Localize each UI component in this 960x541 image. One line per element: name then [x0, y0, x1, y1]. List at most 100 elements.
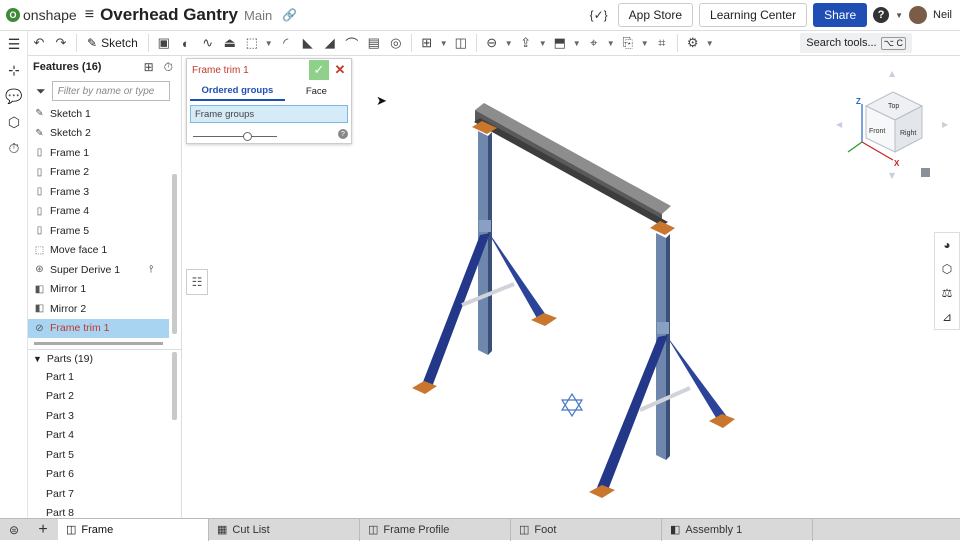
- redo-icon[interactable]: ↷: [50, 33, 72, 53]
- document-tab[interactable]: ▦ Cut List: [209, 518, 360, 541]
- document-tab[interactable]: ◫ Foot: [511, 518, 662, 541]
- view-cube-down-arrow-icon[interactable]: ▼: [889, 171, 896, 180]
- branch-label[interactable]: Main: [244, 8, 272, 23]
- view-cube-left-arrow-icon[interactable]: ◀: [836, 120, 843, 129]
- feature-item[interactable]: ▯ Frame 2: [28, 163, 181, 183]
- appearance-icon[interactable]: ⬡: [0, 109, 28, 135]
- feature-scrollbar[interactable]: [172, 174, 177, 334]
- foot-plate-right-back[interactable]: [709, 414, 735, 428]
- feature-item[interactable]: ▯ Frame 5: [28, 221, 181, 241]
- shell-icon[interactable]: ▤: [363, 33, 385, 53]
- document-tab[interactable]: ◧ Assembly 1: [662, 518, 813, 541]
- dropdown-chevron-icon[interactable]: ▼: [571, 33, 583, 53]
- user-name[interactable]: Neil: [933, 9, 952, 21]
- filter-icon[interactable]: ⏷: [36, 84, 46, 99]
- tab-manager-icon[interactable]: ⊜: [0, 519, 28, 541]
- link-icon[interactable]: 🔗: [282, 8, 297, 22]
- document-tab[interactable]: ◫ Frame Profile: [360, 518, 511, 541]
- dropdown-chevron-icon[interactable]: ▼: [503, 33, 515, 53]
- cap-plate-right[interactable]: [650, 221, 675, 235]
- extrude-icon[interactable]: ▣: [153, 33, 175, 53]
- loft-icon[interactable]: ⏏: [219, 33, 241, 53]
- add-tab-icon[interactable]: +: [28, 519, 58, 541]
- sheet-metal-icon[interactable]: ⎘: [617, 33, 639, 53]
- share-button[interactable]: Share: [813, 3, 868, 27]
- dropdown-chevron-icon[interactable]: ▼: [537, 33, 549, 53]
- variables-icon[interactable]: {✓}: [590, 8, 608, 22]
- learning-center-button[interactable]: Learning Center: [699, 3, 808, 27]
- revolve-icon[interactable]: ◐: [175, 33, 197, 53]
- feature-item[interactable]: ⊛ Super Derive 1 ⫯: [28, 260, 181, 280]
- appearance-panel-icon[interactable]: ◕: [935, 233, 959, 257]
- rib-icon[interactable]: ⌒: [341, 33, 363, 53]
- column-left-b[interactable]: [488, 132, 492, 355]
- view-cube[interactable]: Top Front Right Z X ▲ ▼ ◀ ▶: [836, 69, 949, 180]
- custom-feature-icon[interactable]: ⚙: [682, 33, 704, 53]
- transform-icon[interactable]: ⇪: [515, 33, 537, 53]
- timer-icon[interactable]: ⏱: [164, 60, 173, 75]
- help-chevron-icon[interactable]: ▼: [895, 11, 903, 20]
- hole-icon[interactable]: ◎: [385, 33, 407, 53]
- mirror-tool-icon[interactable]: ◫: [450, 33, 472, 53]
- app-store-button[interactable]: App Store: [617, 3, 694, 27]
- configurations-icon[interactable]: ⬡: [935, 257, 959, 281]
- dropdown-chevron-icon[interactable]: ▼: [639, 33, 651, 53]
- feature-item[interactable]: ⬚ Move face 1: [28, 241, 181, 261]
- view-cube-right-arrow-icon[interactable]: ▶: [942, 120, 949, 129]
- foot-plate-left-back[interactable]: [531, 313, 557, 326]
- pattern-icon[interactable]: ⊞: [416, 33, 438, 53]
- part-item[interactable]: Part 3: [28, 406, 181, 426]
- beam-top-face[interactable]: [475, 103, 671, 214]
- boolean-icon[interactable]: ⊖: [481, 33, 503, 53]
- column-joint-right[interactable]: [657, 322, 669, 334]
- beam-bottom-flange[interactable]: [474, 118, 668, 226]
- graphics-viewport[interactable]: Top Front Right Z X ▲ ▼ ◀ ▶: [182, 56, 960, 518]
- dropdown-chevron-icon[interactable]: ▼: [605, 33, 617, 53]
- part-item[interactable]: Part 4: [28, 426, 181, 446]
- part-item[interactable]: Part 1: [28, 367, 181, 387]
- parts-header[interactable]: ▼ Parts (19): [28, 349, 181, 367]
- measure-icon[interactable]: ⊿: [935, 305, 959, 329]
- feature-item[interactable]: ⊘ Frame trim 1: [28, 318, 169, 338]
- feature-item[interactable]: ▯ Frame 4: [28, 202, 181, 222]
- document-title[interactable]: Overhead Gantry: [100, 5, 238, 25]
- dropdown-chevron-icon[interactable]: ▼: [263, 33, 275, 53]
- history-icon[interactable]: ⏱: [0, 135, 28, 161]
- part-item[interactable]: Part 5: [28, 445, 181, 465]
- filter-input[interactable]: Filter by name or type: [51, 81, 170, 101]
- undo-icon[interactable]: ↶: [28, 33, 50, 53]
- view-cube-up-arrow-icon[interactable]: ▲: [889, 69, 896, 78]
- help-icon[interactable]: ?: [873, 7, 890, 23]
- rollback-marker-icon[interactable]: ⫯: [149, 264, 153, 275]
- part-item[interactable]: Part 7: [28, 484, 181, 504]
- column-right-b[interactable]: [666, 234, 670, 460]
- sweep-icon[interactable]: ∿: [197, 33, 219, 53]
- fillet-icon[interactable]: ◜: [275, 33, 297, 53]
- draft-icon[interactable]: ◢: [319, 33, 341, 53]
- feature-item[interactable]: ▯ Frame 3: [28, 182, 181, 202]
- document-tab[interactable]: ◫ Frame: [58, 518, 209, 541]
- part-item[interactable]: Part 6: [28, 465, 181, 485]
- gantry-model[interactable]: Top Front Right Z X ▲ ▼ ◀ ▶: [182, 56, 960, 518]
- column-joint-left[interactable]: [479, 220, 491, 232]
- leg-left-back[interactable]: [488, 232, 548, 320]
- insert-icon[interactable]: ⊹: [0, 57, 28, 83]
- foot-plate-right-front[interactable]: [589, 485, 615, 498]
- plane-icon[interactable]: ⬒: [549, 33, 571, 53]
- sketch-button[interactable]: ✎ Sketch: [81, 36, 144, 50]
- feature-item[interactable]: ◧ Mirror 2: [28, 299, 181, 319]
- avatar[interactable]: [909, 6, 928, 24]
- chamfer-icon[interactable]: ◣: [297, 33, 319, 53]
- view-options-cube-icon[interactable]: [921, 168, 930, 177]
- thicken-icon[interactable]: ⬚: [241, 33, 263, 53]
- comments-icon[interactable]: 💬: [0, 83, 28, 109]
- feature-item[interactable]: ▯ Frame 1: [28, 143, 181, 163]
- feature-item[interactable]: ✎ Sketch 2: [28, 124, 181, 144]
- menu-icon[interactable]: ≡: [85, 6, 94, 24]
- dropdown-chevron-icon[interactable]: ▼: [704, 33, 716, 53]
- leg-right-back[interactable]: [666, 335, 728, 421]
- rollback-bar[interactable]: [34, 342, 163, 345]
- parts-scrollbar[interactable]: [172, 352, 177, 420]
- feature-list-icon[interactable]: ☰: [0, 31, 28, 57]
- mate-connector-icon[interactable]: ⌖: [583, 33, 605, 53]
